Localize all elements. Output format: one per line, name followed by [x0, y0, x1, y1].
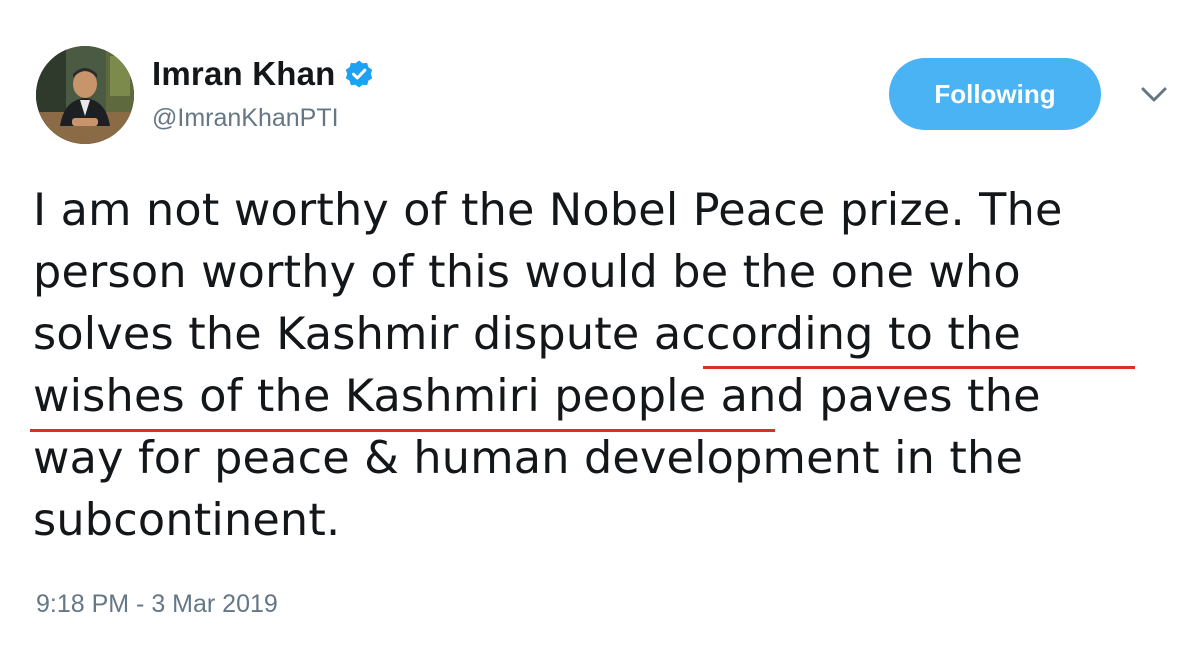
tweet-text-line: I am not worthy of the Nobel Peace prize…: [33, 185, 1063, 236]
tweet-text-line: person worthy of this would be the one w…: [33, 247, 1021, 298]
tweet-text-line: way for peace & human development in the: [33, 433, 1024, 484]
author-display-name[interactable]: Imran Khan: [152, 55, 336, 93]
avatar-image: [36, 46, 134, 144]
avatar[interactable]: [36, 46, 134, 144]
red-underline-mark: [703, 366, 1135, 369]
tweet-timestamp[interactable]: 9:18 PM - 3 Mar 2019: [36, 590, 278, 619]
red-underline-mark: [30, 429, 775, 432]
tweet-card: Imran Khan @ImranKhanPTI Following I am …: [0, 0, 1200, 645]
chevron-down-icon[interactable]: [1138, 84, 1170, 106]
tweet-text-line: wishes of the Kashmiri people and paves …: [33, 371, 1041, 422]
author-name-row: Imran Khan: [152, 52, 374, 96]
tweet-text-line: subcontinent.: [33, 495, 341, 546]
author-handle[interactable]: @ImranKhanPTI: [152, 104, 339, 133]
following-button[interactable]: Following: [889, 58, 1101, 130]
tweet-text-line: solves the Kashmir dispute according to …: [33, 309, 1022, 360]
verified-badge-icon: [344, 59, 374, 89]
